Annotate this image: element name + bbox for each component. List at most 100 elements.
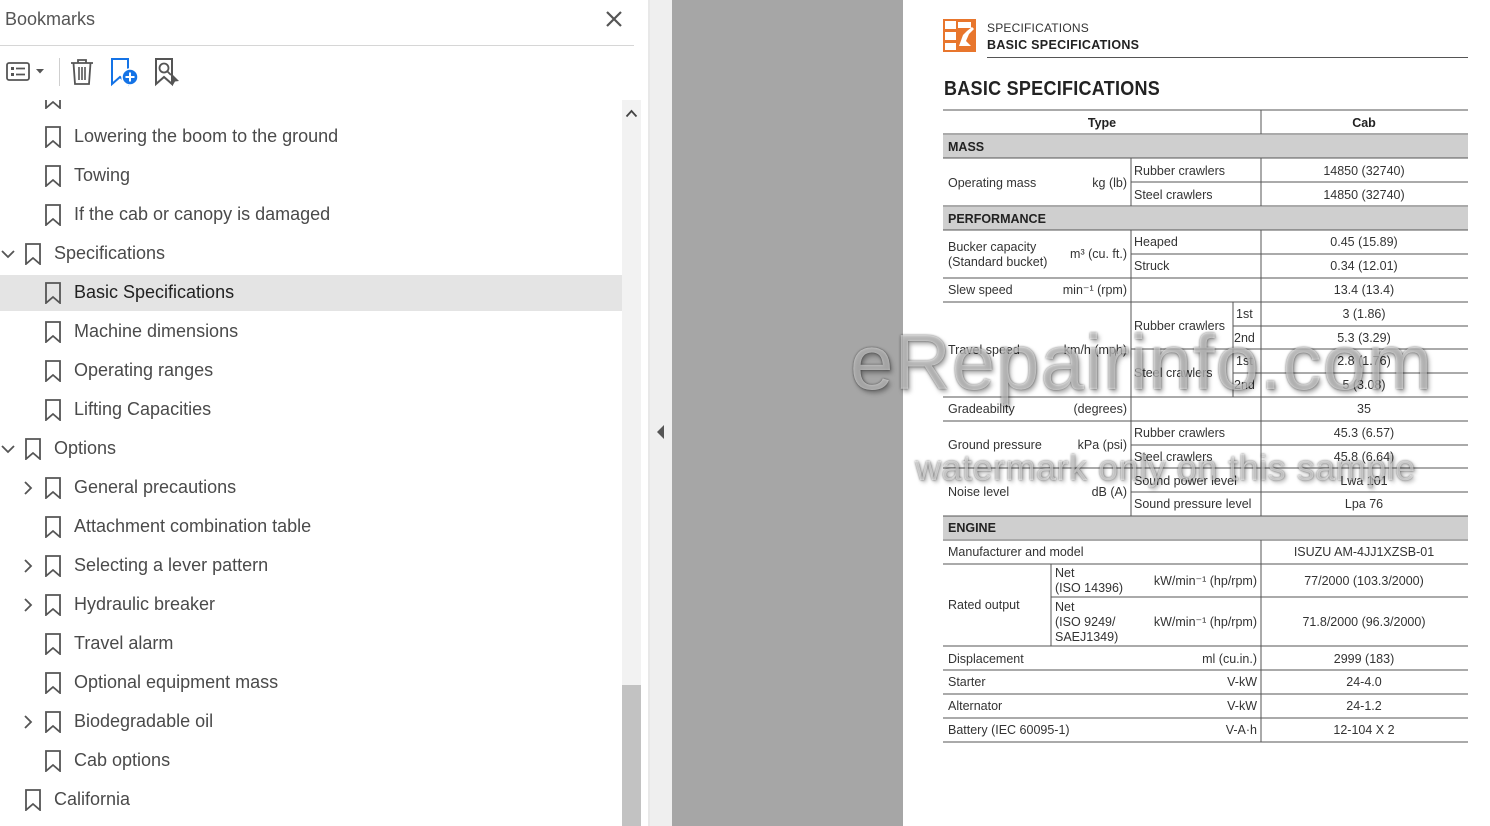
bookmark-row[interactable]: Lifting Capacities	[0, 392, 622, 428]
net1-unit: kW/min⁻¹ (hp/rpm)	[1154, 574, 1257, 588]
bookmark-label: Options	[54, 438, 117, 458]
bookmark-row[interactable]: Travel alarm	[0, 626, 622, 662]
mass-heading: MASS	[948, 140, 984, 154]
bookmark-row[interactable]: Attachment combination table	[0, 509, 622, 545]
options-menu-button[interactable]	[5, 56, 47, 88]
bookmark-row[interactable]: Biodegradable oil	[0, 704, 622, 740]
bookmark-label: Hydraulic breaker	[74, 594, 216, 614]
trash-icon	[71, 59, 93, 85]
bookmark-icon	[45, 672, 61, 694]
gradeability-unit: (degrees)	[1074, 402, 1128, 416]
close-icon[interactable]	[602, 7, 626, 31]
bookmark-row[interactable]: Specifications	[0, 236, 622, 272]
bookmark-row[interactable]: General precautions	[0, 470, 622, 506]
ground-rubber-value: 45.3 (6.57)	[1334, 426, 1394, 440]
bookmark-icon	[45, 633, 61, 655]
panel-splitter[interactable]	[650, 0, 672, 826]
slew-speed-value: 13.4 (13.4)	[1334, 283, 1394, 297]
bookmark-label: Optional equipment mass	[74, 672, 279, 692]
net2-standard-cont: SAEJ1349)	[1055, 630, 1118, 644]
bookmark-row[interactable]: Basic Specifications	[0, 275, 622, 311]
bookmark-row[interactable]: Lowering the boom to the ground	[0, 119, 622, 155]
bookmark-row-clipped	[0, 100, 622, 116]
ground-steel-label: Steel crawlers	[1134, 450, 1213, 464]
bookmark-label: Selecting a lever pattern	[74, 555, 269, 575]
battery-value: 12-104 X 2	[1333, 723, 1394, 737]
heaped-label: Heaped	[1134, 235, 1178, 249]
displacement-unit: ml (cu.in.)	[1202, 652, 1257, 666]
find-bookmark-icon	[155, 58, 179, 87]
bucket-unit: m³ (cu. ft.)	[1070, 247, 1127, 261]
bookmark-icon	[25, 789, 41, 811]
travel-rubber-2nd-value: 5.3 (3.29)	[1337, 331, 1391, 345]
starter-value: 24-4.0	[1346, 675, 1381, 689]
battery-label: Battery (IEC 60095-1)	[948, 723, 1070, 737]
bookmark-label: Towing	[74, 165, 131, 185]
bookmark-row[interactable]: If the cab or canopy is damaged	[0, 197, 622, 233]
scroll-up-icon[interactable]	[625, 109, 638, 118]
starter-unit: V-kW	[1227, 675, 1257, 689]
bookmarks-scrollbar[interactable]	[622, 100, 641, 826]
noise-level-unit: dB (A)	[1092, 485, 1127, 499]
bookmark-row[interactable]: Cab options	[0, 743, 622, 779]
bookmark-icon	[45, 477, 61, 499]
chevron-right-icon[interactable]	[20, 557, 36, 575]
bookmark-label: Lowering the boom to the ground	[74, 126, 339, 146]
alternator-unit: V-kW	[1227, 699, 1257, 713]
bookmarks-panel: Bookmarks Lowering the boom to the groun…	[0, 0, 650, 826]
displacement-label: Displacement	[948, 652, 1024, 666]
travel-steel-1st-value: 2.8 (1.76)	[1337, 354, 1391, 368]
mass-rubber-label: Rubber crawlers	[1134, 164, 1225, 178]
collapse-panel-icon[interactable]	[656, 424, 666, 440]
scrollbar-thumb[interactable]	[622, 685, 641, 826]
gradeability-label: Gradeability	[948, 402, 1015, 416]
bookmark-row[interactable]: Optional equipment mass	[0, 665, 622, 701]
chevron-down-icon[interactable]	[0, 245, 16, 263]
slew-speed-unit: min⁻¹ (rpm)	[1063, 283, 1127, 297]
bookmark-row[interactable]: Selecting a lever pattern	[0, 548, 622, 584]
bookmark-label: Cab options	[74, 750, 171, 770]
find-bookmark-button[interactable]	[152, 56, 182, 88]
net2-value: 71.8/2000 (96.3/2000)	[1302, 615, 1425, 629]
struck-value: 0.34 (12.01)	[1330, 259, 1397, 273]
bookmark-icon	[45, 360, 61, 382]
manufacturer-label: Manufacturer and model	[948, 545, 1084, 559]
performance-heading: PERFORMANCE	[948, 212, 1046, 226]
add-bookmark-button[interactable]	[108, 56, 140, 88]
bookmark-row[interactable]: Options	[0, 431, 622, 467]
bookmark-row[interactable]: California	[0, 782, 622, 818]
sound-pressure-label: Sound pressure level	[1134, 497, 1251, 511]
list-options-icon	[6, 62, 44, 81]
bookmark-row[interactable]: Hydraulic breaker	[0, 587, 622, 623]
bookmark-icon	[45, 321, 61, 343]
bookmark-icon	[25, 243, 41, 265]
gradeability-value: 35	[1357, 402, 1371, 416]
net1-label: Net	[1055, 566, 1075, 580]
bookmarks-title: Bookmarks	[5, 9, 96, 29]
travel-steel-label: Steel crawlers	[1134, 366, 1213, 380]
net2-label: Net	[1055, 600, 1075, 614]
sound-power-label: Sound power level	[1134, 474, 1237, 488]
bookmark-row[interactable]: Operating ranges	[0, 353, 622, 389]
col-cab-header: Cab	[1352, 116, 1376, 130]
bookmark-label: Travel alarm	[74, 633, 174, 653]
bookmark-icon	[25, 438, 41, 460]
chevron-right-icon[interactable]	[20, 479, 36, 497]
travel-rubber-2nd-label: 2nd	[1234, 331, 1255, 345]
bookmark-icon	[45, 399, 61, 421]
bookmark-label: Operating ranges	[74, 360, 214, 380]
bookmark-row[interactable]: Machine dimensions	[0, 314, 622, 350]
toolbar-separator	[59, 58, 60, 86]
bookmark-row[interactable]: Towing	[0, 158, 622, 194]
chevron-down-icon[interactable]	[0, 440, 16, 458]
bookmark-icon	[45, 711, 61, 733]
bookmark-label: California	[54, 789, 131, 809]
rated-output-label: Rated output	[948, 598, 1020, 612]
chevron-right-icon[interactable]	[20, 713, 36, 731]
manufacturer-value: ISUZU AM-4JJ1XZSB-01	[1294, 545, 1434, 559]
document-page: SPECIFICATIONS BASIC SPECIFICATIONS BASI…	[903, 0, 1490, 826]
chevron-right-icon[interactable]	[20, 596, 36, 614]
bookmark-label: Biodegradable oil	[74, 711, 214, 731]
heaped-value: 0.45 (15.89)	[1330, 235, 1397, 249]
delete-bookmark-button[interactable]	[68, 56, 96, 88]
